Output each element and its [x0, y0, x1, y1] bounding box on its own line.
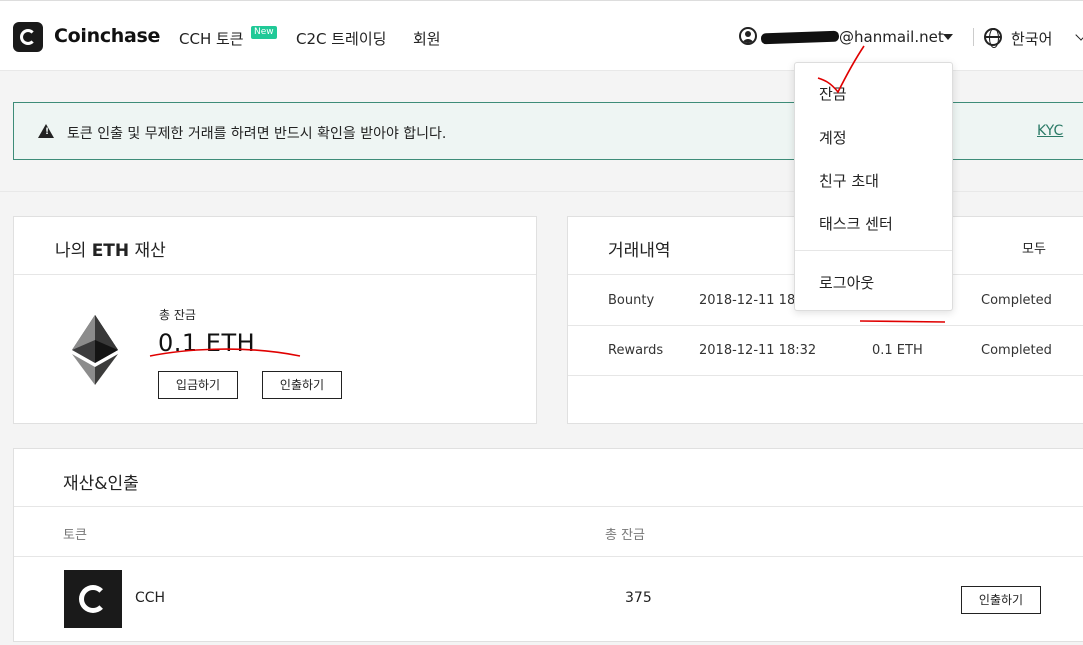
card-header: 나의 ETH 재산: [14, 217, 536, 275]
assets-withdraw-card: 재산&인출 토큰 총 잔금 CCH 375 인출하기: [13, 448, 1083, 642]
menu-item-balance[interactable]: 잔금: [819, 83, 847, 104]
eth-asset-title: 나의 ETH 재산: [55, 236, 166, 261]
tx-status: Completed: [981, 343, 1052, 358]
new-badge: New: [251, 26, 277, 39]
table-row: Rewards 2018-12-11 18:32 0.1 ETH Complet…: [568, 326, 1083, 376]
ethereum-icon: [72, 315, 118, 385]
transaction-filter[interactable]: 모두: [1022, 238, 1046, 257]
tx-type: Bounty: [608, 293, 655, 308]
cch-token-icon: [64, 570, 122, 628]
warning-icon: !: [38, 124, 54, 138]
redacted-email-mark: [760, 30, 840, 45]
globe-icon[interactable]: [984, 28, 1002, 48]
menu-item-invite-friends[interactable]: 친구 초대: [819, 170, 879, 191]
menu-item-task-center[interactable]: 태스크 센터: [819, 213, 893, 234]
token-name: CCH: [135, 590, 166, 606]
token-total: 375: [625, 590, 652, 606]
col-total-header: 총 잔금: [605, 528, 646, 543]
menu-item-logout[interactable]: 로그아웃: [819, 272, 874, 293]
header-divider: [973, 28, 974, 46]
table-divider: [14, 556, 1083, 557]
nav-member[interactable]: 회원: [413, 28, 441, 49]
caret-down-icon[interactable]: [943, 34, 953, 40]
brand-name[interactable]: Coinchase: [54, 25, 160, 47]
withdraw-button[interactable]: 인출하기: [262, 371, 342, 399]
deposit-button[interactable]: 입금하기: [158, 371, 238, 399]
transaction-title: 거래내역: [608, 241, 671, 261]
tx-type: Rewards: [608, 343, 664, 358]
chevron-down-icon[interactable]: [1075, 29, 1083, 41]
title-suffix: 재산: [134, 241, 166, 261]
user-email[interactable]: @hanmail.net: [839, 28, 944, 46]
nav-c2c-trading[interactable]: C2C 트레이딩: [296, 28, 386, 49]
eth-asset-card: 나의 ETH 재산 총 잔금 0.1 ETH 입금하기 인출하기: [13, 216, 537, 424]
user-icon[interactable]: [739, 27, 757, 45]
col-token-header: 토큰: [63, 528, 87, 543]
alert-message: 토큰 인출 및 무제한 거래를 하려면 반드시 확인을 받아야 합니다.: [67, 126, 447, 142]
menu-item-account[interactable]: 계정: [819, 127, 847, 148]
tx-amount: 0.1 ETH: [872, 343, 923, 358]
top-header: Coinchase CCH 토큰 New C2C 트레이딩 회원 @hanmai…: [0, 0, 1083, 71]
language-selector[interactable]: 한국어: [1011, 28, 1052, 49]
user-dropdown-menu: 잔금 계정 친구 초대 태스크 센터 로그아웃: [794, 62, 953, 311]
total-balance-value: 0.1 ETH: [158, 329, 256, 357]
cch-withdraw-button[interactable]: 인출하기: [961, 586, 1041, 614]
coinchase-logo-icon[interactable]: [13, 22, 43, 52]
assets-title: 재산&인출: [63, 474, 139, 494]
total-balance-label: 총 잔금: [159, 308, 196, 322]
title-coin: ETH: [91, 241, 130, 261]
title-prefix: 나의: [55, 241, 87, 261]
menu-divider: [795, 250, 952, 251]
kyc-link[interactable]: KYC: [1037, 123, 1063, 139]
card-header: 재산&인출: [14, 449, 1083, 507]
nav-cch-token[interactable]: CCH 토큰: [179, 28, 244, 49]
tx-time: 2018-12-11 18:32: [699, 343, 817, 358]
tx-status: Completed: [981, 293, 1052, 308]
